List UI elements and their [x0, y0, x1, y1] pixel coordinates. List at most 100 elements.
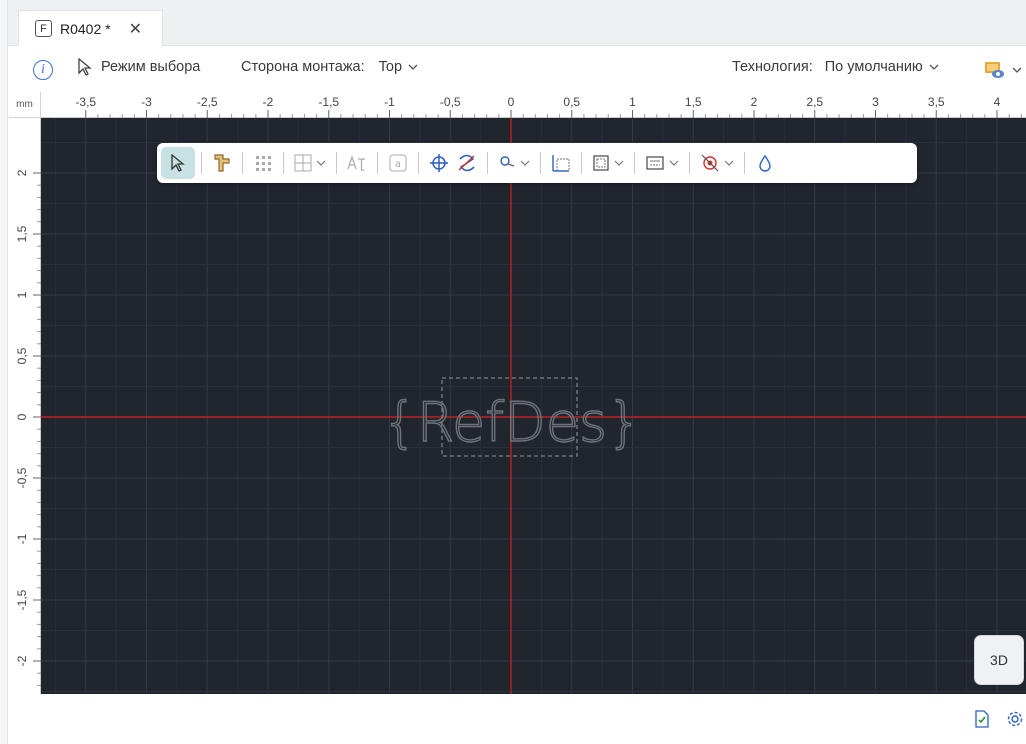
ruler-label: 0	[15, 413, 29, 420]
separator	[242, 152, 243, 174]
attribute-tool-button[interactable]: a	[384, 147, 412, 179]
grid-tool-button[interactable]	[290, 147, 330, 179]
separator	[418, 152, 419, 174]
pad-tool-button[interactable]	[208, 147, 236, 179]
technology-selector[interactable]: Технология: По умолчанию	[732, 59, 939, 75]
check-document-icon[interactable]	[973, 710, 991, 733]
layer-visibility-icon	[985, 62, 1004, 78]
refdes-label[interactable]: {RefDes}	[382, 390, 642, 454]
pad-array-icon	[256, 156, 271, 171]
floating-toolbar: a	[157, 143, 917, 183]
dimension-tool-button[interactable]	[547, 147, 575, 179]
tech-label: Технология:	[732, 59, 813, 75]
footprint-badge-icon: F	[35, 20, 52, 37]
separator	[689, 152, 690, 174]
cursor-icon	[171, 154, 185, 172]
separator	[744, 152, 745, 174]
visibility-menu-button[interactable]	[984, 60, 1022, 80]
chevron-down-icon	[408, 64, 418, 70]
svg-text:a: a	[395, 159, 401, 170]
reference-icon	[458, 154, 475, 172]
ruler-label: -2	[263, 95, 274, 109]
attribute-icon: a	[389, 154, 407, 172]
ruler-label: -3	[141, 95, 152, 109]
horizontal-ruler: -3,5 -3 -2,5 -2 -1,5 -1 -0,5 0 0,5 1 1,5 2 2,5 3 3,5 4	[41, 92, 1026, 118]
editor-canvas[interactable]: {RefDes}	[41, 118, 1026, 694]
chevron-down-icon	[316, 160, 326, 166]
origin-tool-button[interactable]	[425, 147, 453, 179]
dimension-icon	[552, 155, 570, 172]
ruler-label: -1	[384, 95, 395, 109]
ruler-label: 1,5	[15, 225, 29, 242]
pad-icon	[214, 154, 230, 172]
ruler-label: 4	[994, 95, 1001, 109]
ruler-label: -0,5	[440, 95, 461, 109]
ruler-label: 0,5	[563, 95, 580, 109]
tab-title: R0402 *	[60, 20, 111, 37]
separator	[201, 152, 202, 174]
ruler-label: -1,5	[318, 95, 339, 109]
ruler-label: 2,5	[806, 95, 823, 109]
drop-icon	[759, 154, 771, 172]
bottom-bar	[9, 694, 1026, 744]
tech-value: По умолчанию	[824, 59, 923, 75]
separator	[377, 152, 378, 174]
close-icon[interactable]: ✕	[129, 19, 142, 39]
separator	[487, 152, 488, 174]
zoom-tool-button[interactable]	[494, 147, 534, 179]
chevron-down-icon	[724, 160, 734, 166]
chevron-down-icon	[614, 160, 624, 166]
mode-label: Режим выбора	[101, 59, 201, 75]
ruler-label: -2,5	[197, 95, 218, 109]
mount-side-selector[interactable]: Сторона монтажа: Top	[241, 59, 418, 75]
text-tool-button[interactable]	[343, 147, 371, 179]
side-label: Сторона монтажа:	[241, 59, 365, 75]
ruler-label: -1	[15, 533, 29, 544]
ruler-label: 3,5	[928, 95, 945, 109]
fill-tool-button[interactable]	[751, 147, 779, 179]
ruler-label: 0,5	[15, 347, 29, 364]
reference-tool-button[interactable]	[453, 147, 481, 179]
ruler-label: 1	[15, 291, 29, 298]
cursor-icon	[78, 58, 92, 76]
text-icon	[347, 155, 365, 171]
separator	[336, 152, 337, 174]
horizontal-ruler-scale: -3,5 -3 -2,5 -2 -1,5 -1 -0,5 0 0,5 1 1,5 2 2,5 3 3,5 4	[75, 95, 1022, 118]
outline-icon	[593, 155, 609, 171]
ruler-label: 2	[751, 95, 758, 109]
pad-array-button[interactable]	[249, 147, 277, 179]
document-tab[interactable]: F R0402 * ✕	[18, 10, 163, 46]
crosshair-icon	[430, 154, 448, 172]
courtyard-icon	[646, 156, 664, 170]
tab-bar: F R0402 * ✕	[0, 0, 1026, 46]
ruler-label: 1,5	[685, 95, 702, 109]
info-icon[interactable]: i	[33, 60, 53, 80]
ruler-label: -3,5	[75, 95, 96, 109]
ruler-label: -0,5	[15, 467, 29, 488]
separator	[283, 152, 284, 174]
ruler-label: 1	[629, 95, 636, 109]
chevron-down-icon	[669, 160, 679, 166]
chevron-down-icon	[520, 160, 530, 166]
ruler-unit: mm	[9, 92, 41, 118]
keepout-tool-button[interactable]	[696, 147, 738, 179]
chevron-down-icon	[929, 64, 939, 70]
magnifier-icon	[500, 156, 515, 167]
canvas-grid: {RefDes}	[41, 118, 1026, 694]
keepout-icon	[701, 154, 719, 172]
separator	[634, 152, 635, 174]
ruler-label: -1,5	[15, 589, 29, 610]
vertical-ruler: 2 1,5 1 0,5 0 -0,5 -1 -1,5 -2	[9, 118, 41, 711]
separator	[540, 152, 541, 174]
ruler-label: -2	[15, 655, 29, 666]
outline-tool-button[interactable]	[588, 147, 628, 179]
selection-mode-button[interactable]: Режим выбора	[77, 58, 200, 76]
select-tool-button[interactable]	[161, 147, 195, 179]
top-toolbar: i Режим выбора Сторона монтажа: Top Техн…	[9, 46, 1026, 92]
3d-view-button[interactable]: 3D	[974, 635, 1024, 685]
ruler-label: 2	[15, 169, 29, 176]
settings-gear-icon[interactable]	[1006, 710, 1024, 733]
separator	[581, 152, 582, 174]
courtyard-tool-button[interactable]	[641, 147, 683, 179]
side-value: Top	[378, 59, 403, 75]
